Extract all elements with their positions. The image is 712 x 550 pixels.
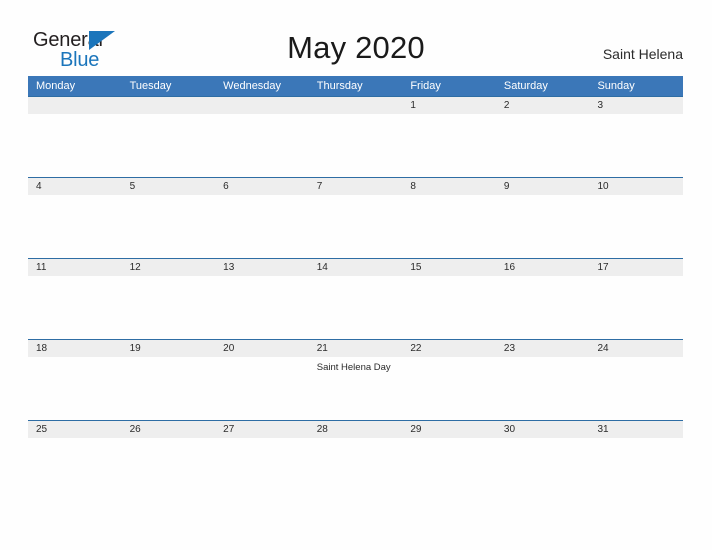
day-events[interactable] (402, 357, 496, 420)
day-number[interactable]: 20 (215, 340, 309, 357)
day-events[interactable] (589, 114, 683, 177)
day-events[interactable] (122, 438, 216, 501)
day-number[interactable]: 29 (402, 421, 496, 438)
week-event-band (28, 195, 683, 258)
day-number[interactable]: 22 (402, 340, 496, 357)
day-number[interactable]: 12 (122, 259, 216, 276)
day-events[interactable] (215, 195, 309, 258)
week-date-band: 11 12 13 14 15 16 17 (28, 259, 683, 276)
day-number[interactable]: 25 (28, 421, 122, 438)
day-events[interactable] (122, 357, 216, 420)
day-events[interactable] (28, 276, 122, 339)
calendar-grid: Monday Tuesday Wednesday Thursday Friday… (28, 76, 683, 501)
day-events[interactable] (309, 114, 403, 177)
day-events[interactable] (122, 195, 216, 258)
week-date-band: 4 5 6 7 8 9 10 (28, 178, 683, 195)
day-events[interactable] (122, 276, 216, 339)
week-event-band (28, 114, 683, 177)
page-header: General Blue May 2020 Saint Helena (0, 0, 712, 76)
day-number[interactable]: 31 (589, 421, 683, 438)
weekday-header-wednesday: Wednesday (223, 80, 282, 92)
day-events[interactable] (215, 114, 309, 177)
week-date-band: 25 26 27 28 29 30 31 (28, 421, 683, 438)
week-row: 11 12 13 14 15 16 17 (28, 258, 683, 339)
day-number[interactable] (309, 97, 403, 114)
day-number[interactable]: 6 (215, 178, 309, 195)
day-number[interactable]: 26 (122, 421, 216, 438)
calendar-page: General Blue May 2020 Saint Helena Monda… (0, 0, 712, 550)
day-events[interactable] (402, 195, 496, 258)
day-number[interactable]: 4 (28, 178, 122, 195)
week-date-band: 18 19 20 21 22 23 24 (28, 340, 683, 357)
day-number[interactable]: 17 (589, 259, 683, 276)
day-number[interactable]: 10 (589, 178, 683, 195)
weekday-header-sunday: Sunday (597, 80, 635, 92)
week-row: 1 2 3 (28, 96, 683, 177)
day-events[interactable] (496, 357, 590, 420)
day-number[interactable]: 19 (122, 340, 216, 357)
week-row: 25 26 27 28 29 30 31 (28, 420, 683, 501)
day-events[interactable] (589, 276, 683, 339)
day-events[interactable]: Saint Helena Day (309, 357, 403, 420)
location-label: Saint Helena (602, 46, 683, 62)
day-number[interactable]: 18 (28, 340, 122, 357)
week-date-band: 1 2 3 (28, 97, 683, 114)
weekday-header-thursday: Thursday (316, 80, 363, 92)
day-events[interactable] (28, 438, 122, 501)
week-event-band: Saint Helena Day (28, 357, 683, 420)
day-events[interactable] (28, 357, 122, 420)
day-events[interactable] (589, 438, 683, 501)
day-events[interactable] (496, 195, 590, 258)
day-number[interactable]: 8 (402, 178, 496, 195)
day-events[interactable] (496, 114, 590, 177)
day-events[interactable] (215, 357, 309, 420)
day-number[interactable]: 27 (215, 421, 309, 438)
day-number[interactable]: 14 (309, 259, 403, 276)
day-number[interactable] (215, 97, 309, 114)
day-events[interactable] (402, 276, 496, 339)
day-events[interactable] (589, 195, 683, 258)
day-number[interactable]: 7 (309, 178, 403, 195)
day-events[interactable] (309, 438, 403, 501)
weekday-header-tuesday: Tuesday (129, 80, 172, 92)
day-number[interactable]: 13 (215, 259, 309, 276)
day-events[interactable] (309, 195, 403, 258)
day-number[interactable]: 2 (496, 97, 590, 114)
weekday-header-saturday: Saturday (503, 80, 548, 92)
day-events[interactable] (309, 276, 403, 339)
weekday-header-row: Monday Tuesday Wednesday Thursday Friday… (28, 76, 683, 96)
day-number[interactable]: 11 (28, 259, 122, 276)
day-events[interactable] (122, 114, 216, 177)
day-number[interactable] (122, 97, 216, 114)
day-number[interactable]: 1 (402, 97, 496, 114)
day-events[interactable] (215, 438, 309, 501)
day-number[interactable]: 21 (309, 340, 403, 357)
week-event-band (28, 438, 683, 501)
day-number[interactable]: 5 (122, 178, 216, 195)
day-number[interactable]: 30 (496, 421, 590, 438)
day-number[interactable]: 9 (496, 178, 590, 195)
day-number[interactable]: 16 (496, 259, 590, 276)
weekday-header-friday: Friday (410, 80, 441, 92)
day-number[interactable]: 3 (589, 97, 683, 114)
day-number[interactable]: 23 (496, 340, 590, 357)
day-events[interactable] (496, 276, 590, 339)
week-row: 4 5 6 7 8 9 10 (28, 177, 683, 258)
day-number[interactable]: 28 (309, 421, 403, 438)
day-events[interactable] (215, 276, 309, 339)
day-events[interactable] (589, 357, 683, 420)
weekday-header-monday: Monday (36, 80, 76, 92)
day-events[interactable] (28, 195, 122, 258)
event-label: Saint Helena Day (316, 362, 391, 373)
day-events[interactable] (402, 438, 496, 501)
day-number[interactable] (28, 97, 122, 114)
week-row: 18 19 20 21 22 23 24 Saint Helena Day (28, 339, 683, 420)
day-number[interactable]: 15 (402, 259, 496, 276)
day-events[interactable] (496, 438, 590, 501)
day-number[interactable]: 24 (589, 340, 683, 357)
day-events[interactable] (28, 114, 122, 177)
day-events[interactable] (402, 114, 496, 177)
week-event-band (28, 276, 683, 339)
